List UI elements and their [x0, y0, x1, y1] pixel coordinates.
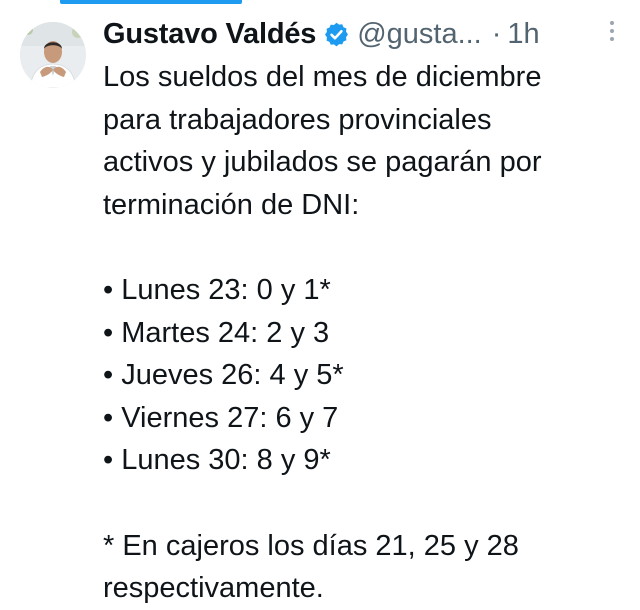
text-line: activos y jubilados se pagarán por [103, 146, 542, 179]
tweet-text: Los sueldos del mes de diciembre para tr… [103, 56, 628, 610]
author-name[interactable]: Gustavo Valdés [103, 18, 316, 51]
tweet[interactable]: Gustavo Valdés @gusta... · 1h Los sueldo… [0, 0, 640, 606]
avatar-photo [20, 22, 86, 88]
footnote-line: respectivamente. [103, 572, 324, 605]
text-line: para trabajadores provinciales [103, 103, 492, 136]
separator-dot: · [491, 17, 502, 50]
tweet-header: Gustavo Valdés @gusta... · 1h [103, 14, 633, 54]
text-line: Los sueldos del mes de diciembre [103, 61, 542, 93]
schedule-item: • Jueves 26: 4 y 5* [103, 359, 344, 392]
footnote-line: * En cajeros los días 21, 25 y 28 [103, 529, 519, 562]
schedule-item: • Lunes 30: 8 y 9* [103, 444, 331, 477]
schedule-item: • Martes 24: 2 y 3 [103, 316, 330, 349]
schedule-item: • Lunes 23: 0 y 1* [103, 273, 331, 306]
author-handle[interactable]: @gusta... [357, 18, 482, 51]
text-line: terminación de DNI: [103, 188, 360, 221]
more-vertical-icon[interactable] [606, 14, 618, 48]
verified-badge-icon [323, 21, 350, 48]
timestamp[interactable]: 1h [507, 18, 539, 51]
avatar[interactable] [20, 22, 86, 88]
schedule-item: • Viernes 27: 6 y 7 [103, 401, 339, 434]
